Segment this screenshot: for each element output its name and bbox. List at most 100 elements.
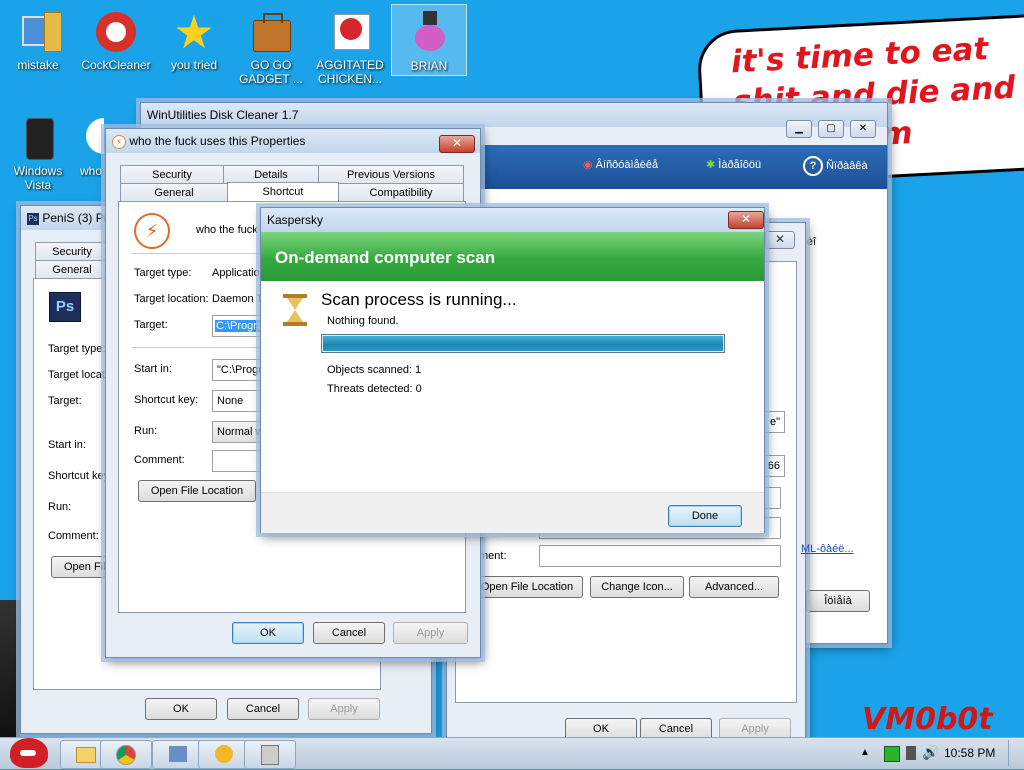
ok-button[interactable]: OK [232, 622, 304, 644]
tab-general[interactable]: General [35, 260, 109, 279]
chrome-icon [116, 745, 136, 765]
sun-icon [215, 745, 233, 763]
desktop-icon-label: who [80, 164, 103, 178]
target-location-value: Daemon T [212, 293, 264, 305]
desktop-icon-you-tried[interactable]: ★ you tried [156, 4, 232, 72]
scan-banner: On-demand computer scan [261, 232, 764, 281]
maximize-button[interactable]: ▢ [818, 120, 844, 138]
start-in-label: Start in: [48, 439, 86, 451]
show-desktop-button[interactable] [1008, 740, 1023, 766]
comment-field[interactable] [539, 545, 781, 567]
desktop-icon-label: you tried [170, 58, 218, 72]
shortcut-name: who the fuck [196, 224, 258, 236]
window-title: Kaspersky [267, 213, 324, 227]
scan-progress-bar [321, 334, 725, 353]
scan-status: Nothing found. [327, 315, 399, 327]
taskbar-network[interactable] [152, 740, 204, 769]
network-tray-icon[interactable] [906, 746, 916, 760]
window-titlebar[interactable]: ⚡ who the fuck uses this Properties [106, 129, 480, 153]
angry-bird-icon [326, 8, 374, 56]
run-label: Run: [134, 425, 158, 437]
photoshop-icon: Ps [27, 212, 39, 225]
target-label: Target: [48, 395, 82, 407]
computer-icon [14, 8, 62, 56]
open-file-location-button[interactable]: Open File Location [138, 480, 256, 502]
hourglass-icon [283, 294, 307, 326]
target-location-label: Target locat [48, 369, 105, 381]
scan-progress-fill [323, 336, 723, 351]
extra-button[interactable]: Îöìåíà [806, 590, 870, 612]
toolbar-item-3[interactable]: ? Ñïðàâêà [803, 156, 868, 176]
desktop-icon-label: mistake [17, 58, 59, 72]
desktop-icon-aggitated-chicken[interactable]: AGGITATED CHICKEN... [312, 4, 388, 86]
shortcut-key-label: Shortcut key: [134, 394, 199, 406]
clock[interactable]: 10:58 PM [944, 746, 995, 760]
tray-arrow-icon[interactable]: ▲ [860, 747, 870, 758]
tab-security[interactable]: Security [120, 165, 224, 184]
shortcut-key-label: Shortcut key [48, 470, 110, 482]
window-titlebar[interactable]: Kaspersky [261, 208, 764, 232]
target-type-label: Target type: [48, 343, 106, 355]
comment-label: Comment: [134, 454, 185, 466]
tab-security[interactable]: Security [35, 242, 109, 261]
desktop-icon-label: AGGITATED CHICKEN... [316, 58, 384, 86]
tab-compatibility[interactable]: Compatibility [338, 183, 464, 202]
taskbar-app-disk[interactable] [244, 740, 296, 769]
toolbar-item-2[interactable]: ✱ Ìàðåîôöü [706, 158, 761, 171]
desktop-icon-label: CockCleaner [81, 58, 151, 72]
tab-shortcut[interactable]: Shortcut [227, 182, 339, 202]
toolbar-item-1[interactable]: ◉ Âíñôóàìåëêå [583, 158, 658, 171]
tab-general[interactable]: General [120, 183, 228, 202]
taskbar-chrome[interactable] [100, 740, 152, 769]
ok-button[interactable]: OK [145, 698, 217, 720]
cancel-button[interactable]: Cancel [227, 698, 299, 720]
window-title: who the fuck uses this Properties [129, 134, 306, 148]
window-titlebar[interactable]: WinUtilities Disk Cleaner 1.7 [141, 103, 887, 127]
desktop-icon-mistake[interactable]: mistake [0, 4, 76, 72]
start-button[interactable] [4, 736, 52, 770]
briefcase-icon [247, 8, 295, 56]
scan-heading: Scan process is running... [321, 290, 517, 309]
taskbar: ▲ 🔊 10:58 PM [0, 737, 1024, 769]
tray-status-icon[interactable] [884, 746, 900, 762]
taskbar-app-sun[interactable] [198, 740, 250, 769]
open-file-location-button[interactable]: Open File Location [471, 576, 583, 598]
window-title: WinUtilities Disk Cleaner 1.7 [147, 108, 299, 122]
banner-title: On-demand computer scan [275, 248, 496, 267]
apply-button[interactable]: Apply [393, 622, 468, 644]
comment-label: ment: [479, 550, 507, 562]
cancel-button[interactable]: Cancel [313, 622, 385, 644]
start-in-label: Start in: [134, 363, 172, 375]
photoshop-icon: Ps [49, 292, 81, 322]
desktop-icon-who[interactable]: who [64, 110, 104, 178]
done-button[interactable]: Done [668, 505, 742, 527]
objects-scanned: Objects scanned: 1 [327, 364, 422, 376]
close-button[interactable]: ✕ [765, 231, 795, 249]
minimize-button[interactable]: ▁ [786, 120, 812, 138]
target-label: Target: [134, 319, 168, 331]
volume-icon[interactable]: 🔊 [922, 744, 939, 761]
change-icon-button[interactable]: Change Icon... [590, 576, 684, 598]
desktop-icon-brian[interactable]: BRIAN [391, 4, 467, 76]
watermark: VM0b0t [862, 702, 993, 737]
desktop-icon-cockcleaner[interactable]: CockCleaner [78, 4, 154, 72]
advanced-button[interactable]: Advanced... [689, 576, 779, 598]
close-button[interactable]: ✕ [439, 135, 475, 153]
close-button[interactable]: ✕ [850, 120, 876, 138]
tab-previous-versions[interactable]: Previous Versions [318, 165, 464, 184]
star-icon: ★ [173, 6, 215, 58]
lifebuoy-icon: ◉ [583, 159, 593, 171]
desktop-icon-label: GO GO GADGET ... [239, 58, 303, 86]
comment-label: Comment: [48, 530, 99, 542]
apply-button[interactable]: Apply [308, 698, 380, 720]
close-button[interactable]: ✕ [728, 211, 764, 229]
wallpaper-photo [0, 600, 20, 740]
desktop-icon-go-go-gadget[interactable]: GO GO GADGET ... [233, 4, 309, 86]
disk-cleaner-icon [261, 745, 279, 765]
threats-detected: Threats detected: 0 [327, 383, 422, 395]
target-type-value: Application [212, 267, 266, 279]
folder-icon [76, 747, 96, 763]
kaspersky-window: Kaspersky ✕ On-demand computer scan Scan… [260, 207, 765, 533]
shortcut-icon [64, 114, 104, 162]
html-link[interactable]: ML-ôàéë... [801, 543, 854, 555]
